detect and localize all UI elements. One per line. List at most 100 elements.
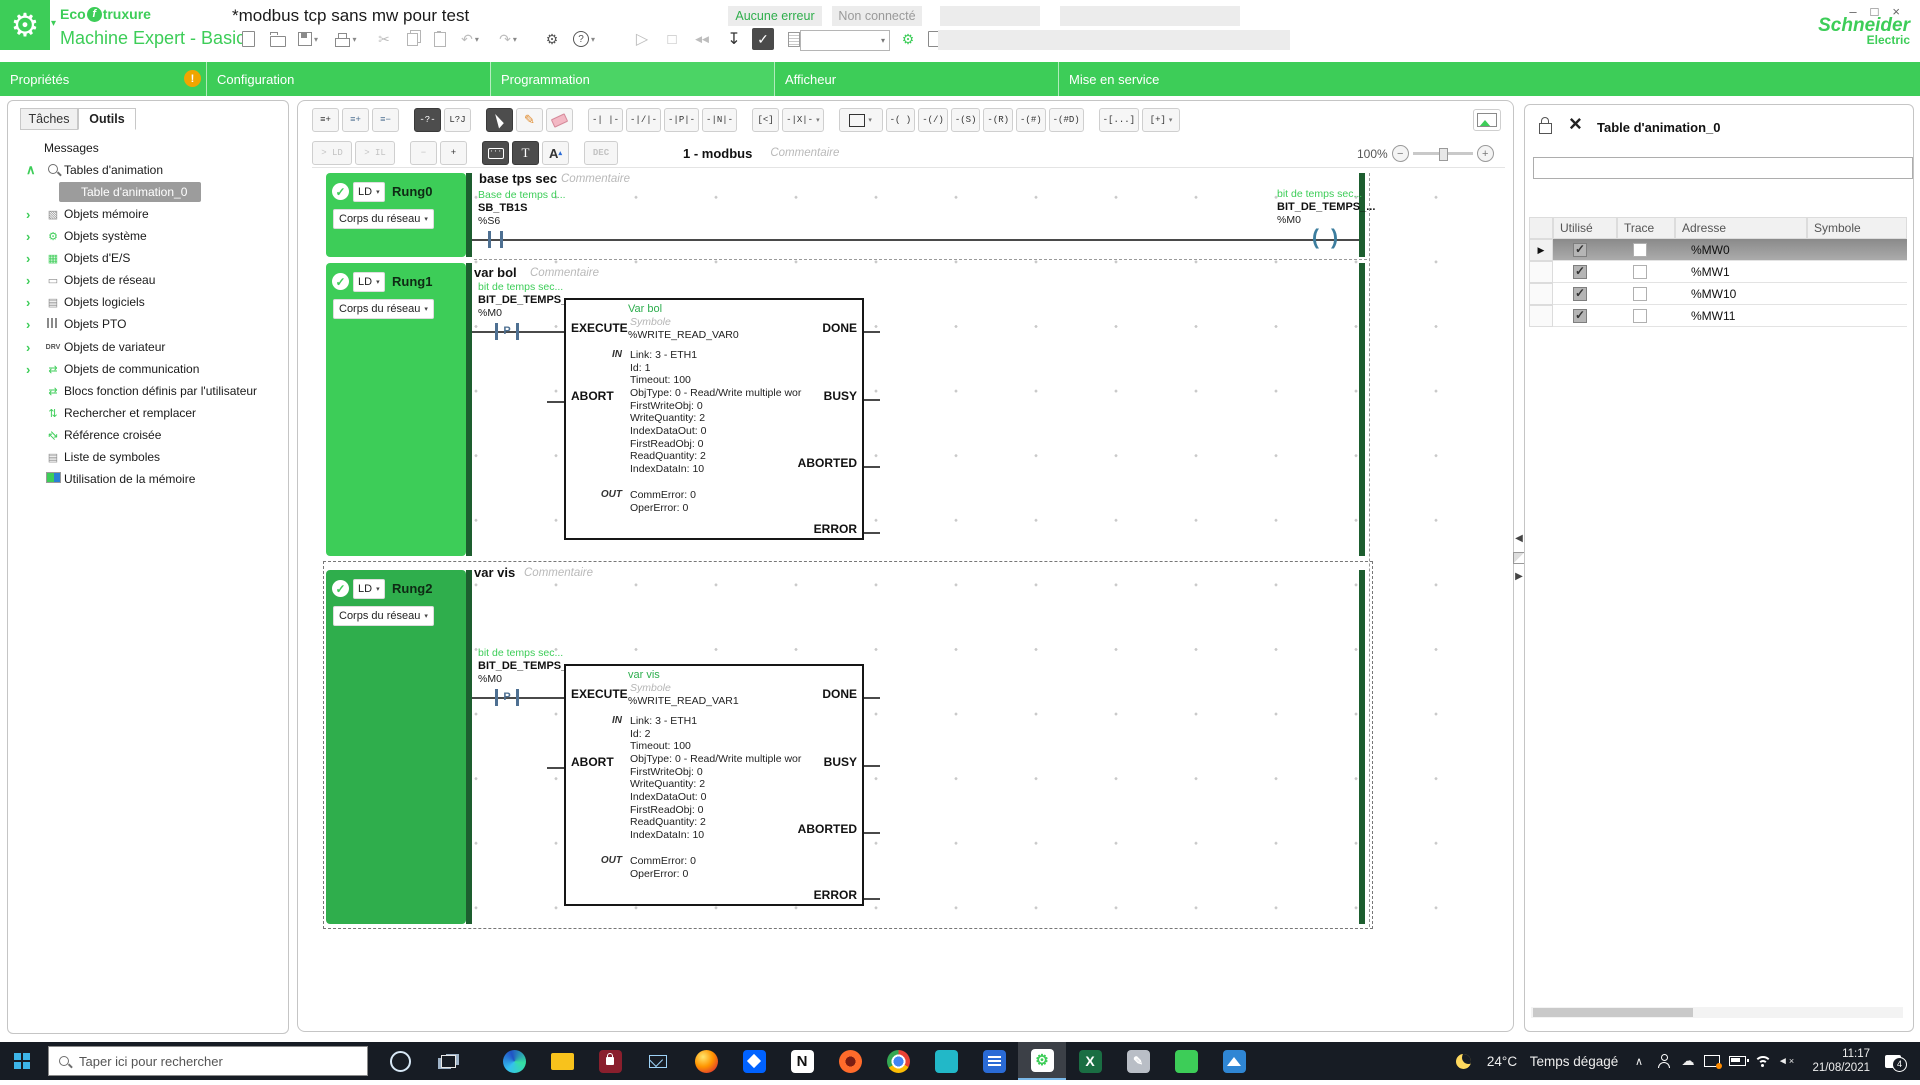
scrollbar-thumb[interactable]	[1533, 1008, 1693, 1017]
help-dropdown-icon[interactable]: ▾	[591, 35, 595, 44]
start-button[interactable]	[14, 1053, 30, 1069]
expand-arrow-icon[interactable]: ›	[26, 317, 40, 332]
taskbar-photos[interactable]	[1210, 1042, 1258, 1080]
copy-button[interactable]	[400, 28, 424, 50]
sidebar-item-objets-pto[interactable]: ›Objets PTO	[8, 314, 286, 334]
used-checkbox[interactable]	[1573, 309, 1587, 323]
tray-battery[interactable]	[1724, 1042, 1750, 1080]
trace-checkbox[interactable]	[1633, 287, 1647, 301]
taskbar-browser2[interactable]	[826, 1042, 874, 1080]
col-header-utilise[interactable]: Utilisé	[1553, 217, 1617, 239]
taskbar-edge[interactable]	[490, 1042, 538, 1080]
download-to-plc-button[interactable]: ↧	[722, 28, 746, 50]
col-header-adresse[interactable]: Adresse	[1675, 217, 1807, 239]
logo-dropdown-icon[interactable]: ▾	[51, 18, 56, 29]
app-logo-gear-icon[interactable]: ⚙	[0, 0, 50, 50]
taskbar-machine-expert-active[interactable]: ⚙	[1018, 1042, 1066, 1080]
table-row-mw11[interactable]: %MW11	[1553, 305, 1907, 327]
tab-proprietes[interactable]: Propriétés	[0, 62, 206, 96]
sidebar-item-tables-animation[interactable]: ∧ Tables d'animation	[8, 160, 286, 180]
expand-arrow-icon[interactable]: ›	[26, 295, 40, 310]
rung2-comment[interactable]: Commentaire	[524, 567, 593, 579]
used-checkbox[interactable]	[1573, 243, 1587, 257]
sidebar-item-objets-logiciels[interactable]: ›▤Objets logiciels	[8, 292, 286, 312]
expand-arrow-icon[interactable]: ›	[26, 362, 40, 377]
expand-arrow-icon[interactable]: ›	[26, 273, 40, 288]
rung0-language-select[interactable]: LD▾	[353, 182, 385, 202]
row-marker[interactable]	[1529, 261, 1553, 283]
print-button[interactable]: ▾	[334, 28, 358, 50]
rung1-body-select[interactable]: Corps du réseau▾	[333, 299, 434, 319]
rung1-contact-labels[interactable]: bit de temps sec... BIT_DE_TEMPS_... %M0	[478, 281, 578, 320]
commit-toggle-button[interactable]: ✓	[752, 28, 774, 50]
save-dropdown-icon[interactable]: ▾	[314, 35, 318, 44]
tray-clock[interactable]: 11:17 21/08/2021	[1798, 1042, 1870, 1085]
used-checkbox[interactable]	[1573, 287, 1587, 301]
table-row-mw10[interactable]: %MW10	[1553, 283, 1907, 305]
rung0-body-select[interactable]: Corps du réseau▾	[333, 209, 434, 229]
coil-icon[interactable]: (	[1312, 227, 1319, 248]
redo-button[interactable]: ↷▾	[496, 28, 520, 50]
tab-mise-en-service[interactable]: Mise en service	[1058, 62, 1342, 96]
open-file-button[interactable]	[266, 28, 290, 50]
table-row-mw0[interactable]: %MW0	[1553, 239, 1907, 261]
sidebar-item-blocs-fonction[interactable]: ⇄Blocs fonction définis par l'utilisateu…	[8, 381, 286, 401]
expand-arrow-icon[interactable]: ›	[26, 340, 40, 355]
rung2-body-select[interactable]: Corps du réseau▾	[333, 606, 434, 626]
coil-icon[interactable]: )	[1331, 227, 1338, 248]
tab-afficheur[interactable]: Afficheur	[774, 62, 1058, 96]
col-header-trace[interactable]: Trace	[1617, 217, 1675, 239]
stop-button[interactable]: □	[660, 28, 684, 50]
new-file-button[interactable]	[236, 28, 260, 50]
panel-horizontal-scrollbar[interactable]	[1531, 1007, 1903, 1018]
taskbar-green-app[interactable]	[1162, 1042, 1210, 1080]
taskbar-dropbox[interactable]	[730, 1042, 778, 1080]
rung1-language-select[interactable]: LD▾	[353, 272, 385, 292]
trace-checkbox[interactable]	[1633, 265, 1647, 279]
taskbar-excel[interactable]: X	[1066, 1042, 1114, 1080]
taskbar-chrome[interactable]	[874, 1042, 922, 1080]
task-view-button[interactable]	[424, 1042, 472, 1080]
weather-desc[interactable]: Temps dégagé	[1524, 1042, 1624, 1080]
sidebar-item-utilisation-memoire[interactable]: Utilisation de la mémoire	[8, 469, 286, 489]
rung2-title[interactable]: var vis	[474, 565, 515, 580]
redo-dropdown-icon[interactable]: ▾	[513, 35, 517, 44]
undo-button[interactable]: ↶▾	[458, 28, 482, 50]
rung0-contact-labels[interactable]: Base de temps d... SB_TB1S %S6	[478, 189, 578, 228]
rung2-header[interactable]: ✓ LD▾ Rung2 Corps du réseau▾	[326, 570, 466, 924]
taskbar-mail[interactable]	[634, 1042, 682, 1080]
sidebar-item-objets-communication[interactable]: ›⇄Objets de communication	[8, 359, 286, 379]
table-row-mw1[interactable]: %MW1	[1553, 261, 1907, 283]
row-marker[interactable]	[1529, 305, 1553, 327]
sidebar-item-reference-croisee[interactable]: ⇄Référence croisée	[8, 425, 286, 445]
sidebar-item-objets-reseau[interactable]: ›▭Objets de réseau	[8, 270, 286, 290]
rung1-comment[interactable]: Commentaire	[530, 267, 599, 279]
taskbar-store[interactable]	[586, 1042, 634, 1080]
tray-network[interactable]	[1750, 1042, 1774, 1080]
tray-people[interactable]	[1652, 1042, 1676, 1080]
sidebar-item-objets-memoire[interactable]: ›▧Objets mémoire	[8, 204, 286, 224]
paste-button[interactable]	[428, 28, 452, 50]
rung2-contact-labels[interactable]: bit de temps sec... BIT_DE_TEMPS_... %M0	[478, 647, 578, 686]
tab-programmation[interactable]: Programmation	[490, 62, 774, 96]
tray-onedrive[interactable]: ☁	[1676, 1042, 1700, 1080]
notification-center-button[interactable]: 4	[1876, 1042, 1910, 1080]
col-header-symbole[interactable]: Symbole	[1807, 217, 1907, 239]
ladder-canvas[interactable]: ✓ LD▾ Rung0 Corps du réseau▾ base tps se…	[298, 101, 1513, 1031]
lock-icon[interactable]	[1539, 123, 1552, 134]
row-marker[interactable]	[1529, 283, 1553, 305]
rung0-header[interactable]: ✓ LD▾ Rung0 Corps du réseau▾	[326, 173, 466, 257]
tray-expand-button[interactable]: ∧	[1628, 1042, 1650, 1080]
taskbar-pen-app[interactable]: ✎	[1114, 1042, 1162, 1080]
tool-gear-button[interactable]: ⚙	[896, 28, 920, 50]
weather-temp[interactable]: 24°C	[1482, 1042, 1522, 1080]
taskbar-notion[interactable]: N	[778, 1042, 826, 1080]
rung0-title[interactable]: base tps sec	[479, 171, 557, 186]
cortana-button[interactable]	[376, 1042, 424, 1080]
animation-filter-input[interactable]	[1533, 157, 1913, 179]
tray-volume[interactable]: ◄×	[1774, 1042, 1798, 1080]
weather-icon-area[interactable]	[1448, 1042, 1478, 1080]
sidebar-tab-outils[interactable]: Outils	[78, 108, 136, 130]
rung2-language-select[interactable]: LD▾	[353, 579, 385, 599]
trace-checkbox[interactable]	[1633, 243, 1647, 257]
